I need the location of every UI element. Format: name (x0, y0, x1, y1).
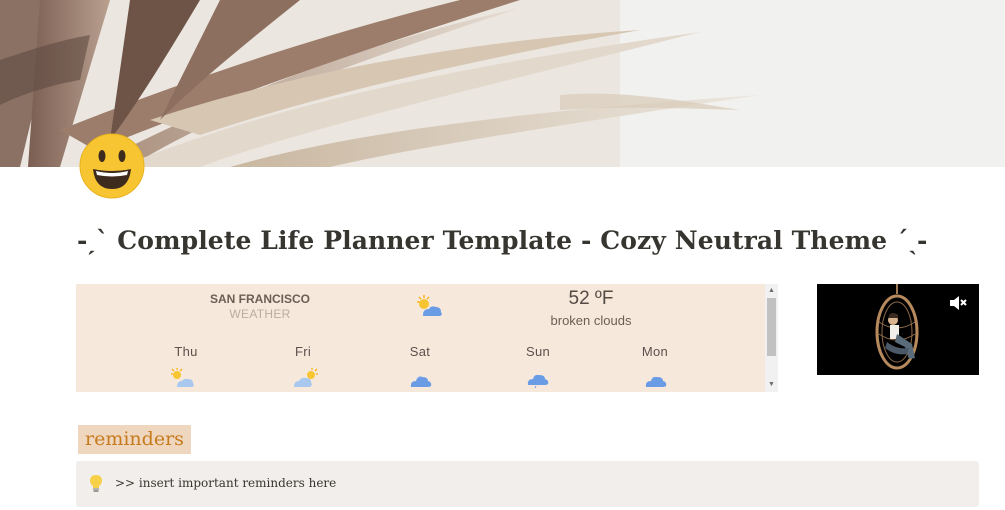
rain-cloud-icon (524, 367, 552, 389)
cloud-icon (642, 367, 670, 389)
weather-condition: broken clouds (550, 313, 632, 328)
forecast-day-label: Sat (409, 344, 431, 359)
reminders-callout[interactable]: >> insert important reminders here (76, 461, 979, 507)
callout-text[interactable]: >> insert important reminders here (115, 476, 336, 490)
forecast-day-label: Mon (641, 344, 669, 359)
partly-sunny-icon (414, 294, 444, 318)
weather-scrollbar[interactable]: ▲ ▼ (765, 284, 778, 392)
forecast-day-label: Sun (525, 344, 551, 359)
forecast-day-label: Thu (174, 344, 198, 359)
weather-label: WEATHER (229, 307, 291, 321)
scroll-up-arrow-icon[interactable]: ▲ (765, 287, 778, 295)
cover-image (0, 0, 1005, 167)
reminders-heading: reminders (78, 425, 191, 454)
scroll-thumb[interactable] (767, 298, 776, 356)
partly-sunny-icon (170, 367, 198, 389)
page-title: -ˏˋ Complete Life Planner Template - Coz… (77, 226, 928, 255)
weather-location: SAN FRANCISCO WEATHER (206, 292, 314, 322)
video-embed[interactable] (817, 284, 979, 375)
weather-widget[interactable]: SAN FRANCISCO WEATHER 52 ºF broken cloud… (76, 284, 778, 392)
weather-temperature: 52 ºF (568, 288, 614, 309)
scroll-down-arrow-icon[interactable]: ▼ (765, 381, 778, 389)
lightbulb-icon[interactable] (89, 474, 103, 494)
mute-icon[interactable] (948, 294, 968, 312)
forecast-day-label: Fri (294, 344, 312, 359)
page-emoji-icon[interactable] (79, 133, 145, 199)
weather-city: SAN FRANCISCO (209, 292, 310, 306)
cloud-icon (407, 367, 435, 389)
sun-behind-cloud-icon (291, 367, 319, 389)
